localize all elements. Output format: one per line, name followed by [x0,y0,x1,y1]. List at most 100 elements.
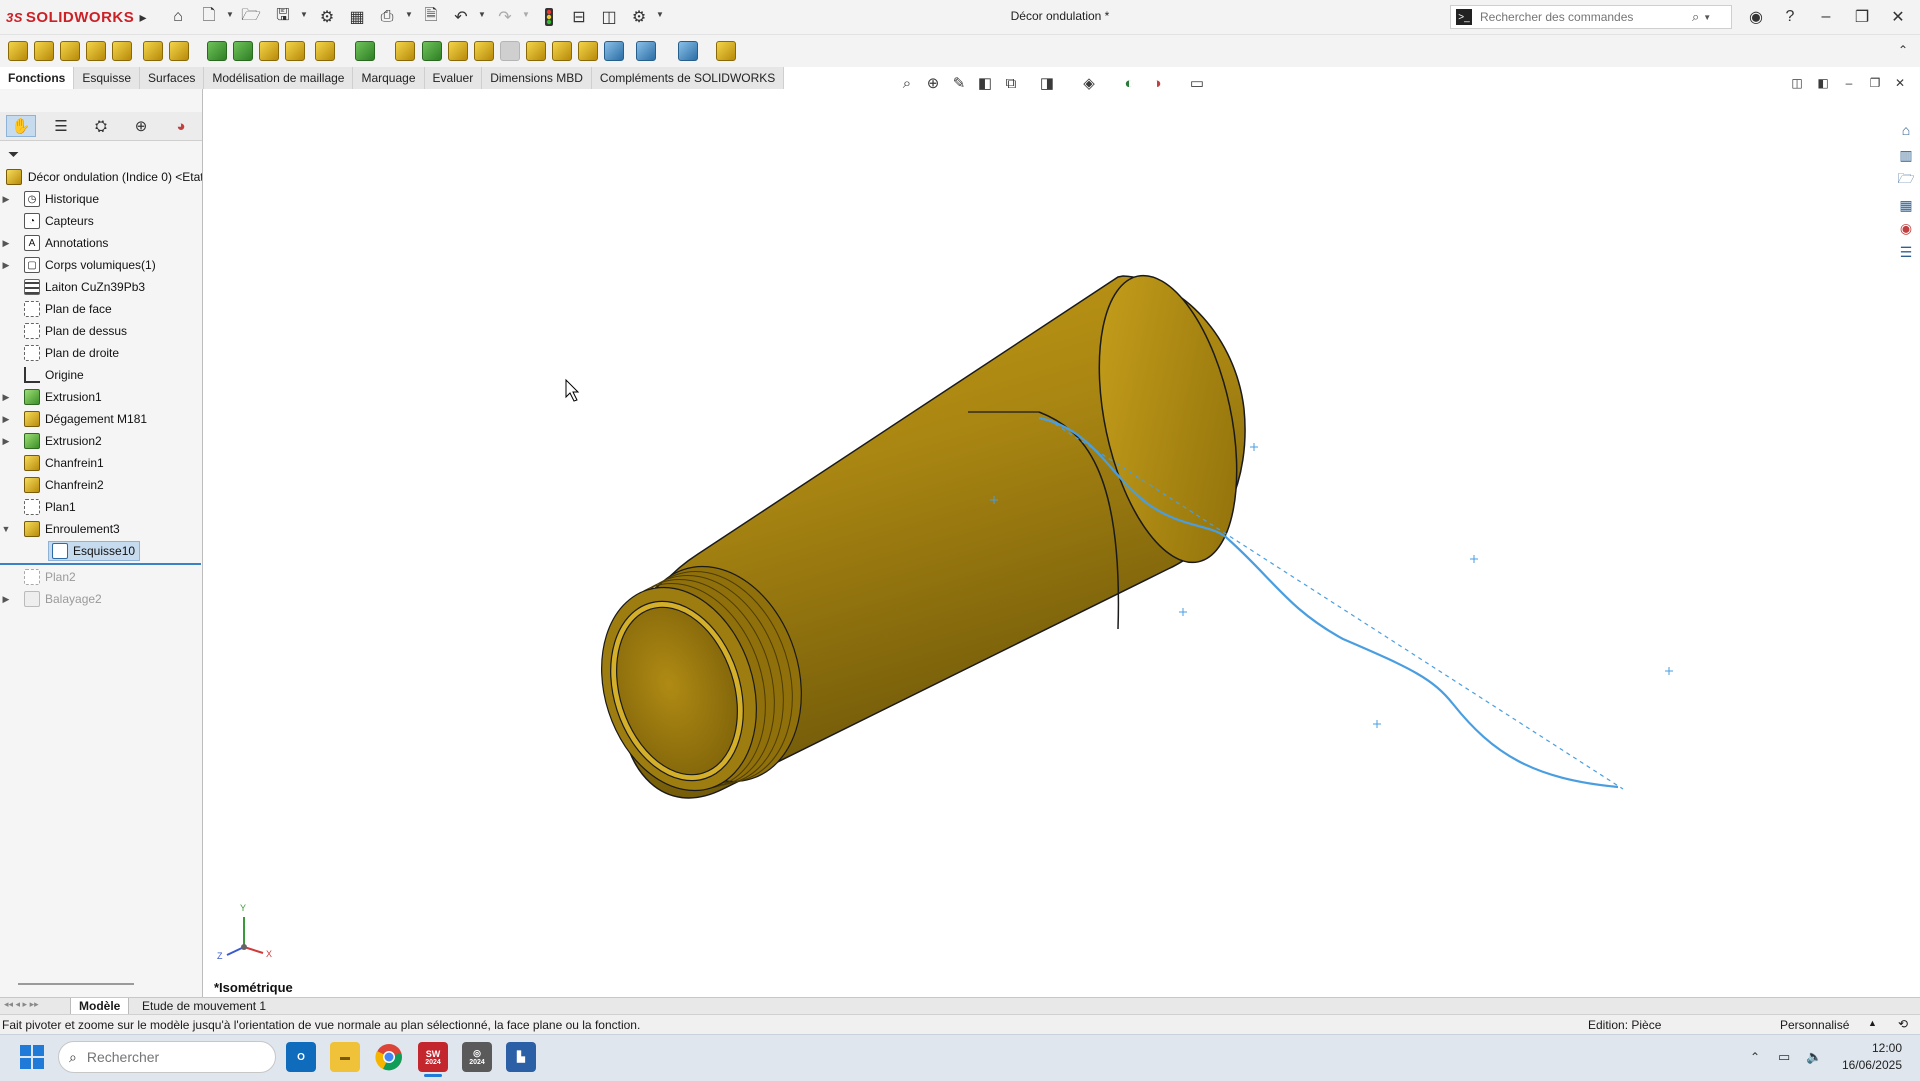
section-view-icon[interactable]: ◧ [975,73,995,93]
tab-fonctions[interactable]: Fonctions [0,67,75,89]
viewport-minimize-icon[interactable]: – [1839,73,1859,93]
redo-icon[interactable]: ↷ [494,6,516,28]
task-pane-custom-properties-icon[interactable]: ☰ [1896,242,1916,262]
redo-caret-icon[interactable]: ▼ [522,10,530,19]
expand-arrow-icon[interactable]: ▶ [0,436,12,447]
viewport-split-icon[interactable]: ◧ [1813,73,1833,93]
collapse-ribbon-icon[interactable]: ⌃ [1898,43,1908,57]
view-settings-icon[interactable]: ▭ [1187,73,1207,93]
taskbar-search-input[interactable] [84,1048,249,1066]
tab-complements[interactable]: Compléments de SOLIDWORKS [591,67,785,89]
tree-item-historique[interactable]: ▶ ◷ Historique [0,188,202,210]
extruded-cut-icon[interactable] [143,41,163,61]
swept-cut-icon[interactable] [233,41,253,61]
home-icon[interactable]: ⌂ [167,6,189,28]
draft-icon[interactable] [422,41,442,61]
make-assembly-icon[interactable]: ▦ [346,6,368,28]
split-horizontal-icon[interactable]: ⊟ [568,6,590,28]
search-icon[interactable]: ⌕ [1692,9,1699,25]
reference-geometry-icon[interactable] [552,41,572,61]
units-selector[interactable]: Personnalisé [1780,1018,1849,1032]
command-search-box[interactable]: >_ ⌕ ▼ [1450,5,1732,29]
panel-scrollbar[interactable] [18,983,134,985]
tab-marquage[interactable]: Marquage [353,67,425,89]
shell-icon[interactable] [448,41,468,61]
curves-icon[interactable] [578,41,598,61]
tree-item-balayage2[interactable]: ▶ Balayage2 [0,588,202,610]
windows-start-icon[interactable] [20,1045,44,1069]
solidworks-taskbar-icon[interactable]: SW 2024 [418,1042,448,1072]
search-caret-icon[interactable]: ▼ [1703,13,1711,22]
measure-icon[interactable] [716,41,736,61]
dynamic-annotation-icon[interactable]: ⧉ [1001,73,1021,93]
expand-arrow-icon[interactable]: ▶ [0,260,12,271]
units-caret-icon[interactable]: ▲ [1868,1018,1877,1028]
network-icon[interactable]: ▭ [1778,1049,1790,1065]
options-caret-icon[interactable]: ▼ [656,10,664,19]
minimize-icon[interactable]: – [1810,4,1842,30]
tree-root[interactable]: Décor ondulation (Indice 0) <Etat [0,166,202,188]
display-style-icon[interactable]: ◈ [1079,73,1099,93]
configurationmanager-tab-icon[interactable]: ⛭ [86,115,116,137]
outlook-icon[interactable]: O [286,1042,316,1072]
tree-item-capteurs[interactable]: ◔ Capteurs [0,210,202,232]
tree-item-material[interactable]: Laiton CuZn39Pb3 [0,276,202,298]
viewport-maximize-icon[interactable]: ❐ [1865,73,1885,93]
print-icon[interactable]: ⎙ [376,6,398,28]
boundary-boss-icon[interactable] [112,41,132,61]
task-pane-resources-icon[interactable]: ⌂ [1896,120,1916,140]
tree-item-enroulement3[interactable]: ▼ Enroulement3 [0,518,202,540]
mirror-icon[interactable] [526,41,546,61]
model-canvas[interactable]: Y X Z [203,89,1920,997]
rollback-bar[interactable] [0,563,201,565]
help-icon[interactable]: ? [1774,4,1806,30]
extruded-boss-icon[interactable] [8,41,28,61]
taskbar-search[interactable]: ⌕ [58,1041,276,1073]
tree-item-degagement[interactable]: ▶ Dégagement M181 [0,408,202,430]
make-drawing-icon[interactable]: ⚙ [316,6,338,28]
wrap-icon[interactable] [474,41,494,61]
propertymanager-tab-icon[interactable]: ☰ [46,115,76,137]
print-caret-icon[interactable]: ▼ [405,10,413,19]
tree-item-origine[interactable]: Origine [0,364,202,386]
task-pane-view-palette-icon[interactable]: ▦ [1896,195,1916,215]
lofted-cut-icon[interactable] [259,41,279,61]
tab-dimensions-mbd[interactable]: Dimensions MBD [482,67,592,89]
tab-esquisse[interactable]: Esquisse [74,67,141,89]
previous-view-icon[interactable]: ✎ [949,73,969,93]
clock[interactable]: 12:00 16/06/2025 [1836,1040,1902,1074]
solidworks-launcher-icon[interactable]: ◎ 2024 [462,1042,492,1072]
close-window-icon[interactable]: ✕ [1882,4,1914,30]
revolved-cut-icon[interactable] [207,41,227,61]
tree-item-plan1[interactable]: Plan1 [0,496,202,518]
tree-item-corps-volumiques[interactable]: ▶ ▢ Corps volumiques(1) [0,254,202,276]
factory-app-icon[interactable]: ▙ [506,1042,536,1072]
new-caret-icon[interactable]: ▼ [226,10,234,19]
fillet-icon[interactable] [315,41,335,61]
edit-appearance-icon[interactable]: ◐ [1119,73,1139,93]
file-explorer-icon[interactable]: ▬ [330,1042,360,1072]
filter-icon[interactable]: ⏷ [8,146,19,163]
swept-boss-icon[interactable] [60,41,80,61]
tab-etude-mouvement[interactable]: Etude de mouvement 1 [134,998,275,1015]
tree-item-chanfrein2[interactable]: Chanfrein2 [0,474,202,496]
tree-item-plan-de-face[interactable]: Plan de face [0,298,202,320]
tree-item-plan-de-droite[interactable]: Plan de droite [0,342,202,364]
undo-caret-icon[interactable]: ▼ [478,10,486,19]
displaymanager-tab-icon[interactable]: ◕ [166,115,196,137]
show-hidden-icons-icon[interactable]: ⌃ [1750,1050,1760,1064]
open-icon[interactable]: 🗁 [240,6,262,28]
tab-evaluer[interactable]: Evaluer [424,67,483,89]
chrome-icon[interactable] [374,1042,404,1072]
rebuild-icon[interactable] [538,6,560,28]
tree-item-extrusion2[interactable]: ▶ Extrusion2 [0,430,202,452]
split-vertical-icon[interactable]: ◫ [598,6,620,28]
sketch-tools-icon[interactable] [636,41,656,61]
tree-item-chanfrein1[interactable]: Chanfrein1 [0,452,202,474]
hole-wizard-icon[interactable] [169,41,189,61]
viewport-close-icon[interactable]: ✕ [1890,73,1910,93]
new-document-icon[interactable]: 🗋 [198,6,220,28]
tree-item-plan-de-dessus[interactable]: Plan de dessus [0,320,202,342]
apply-scene-icon[interactable]: ◑ [1147,73,1167,93]
expand-arrow-icon[interactable]: ▶ [0,414,12,425]
